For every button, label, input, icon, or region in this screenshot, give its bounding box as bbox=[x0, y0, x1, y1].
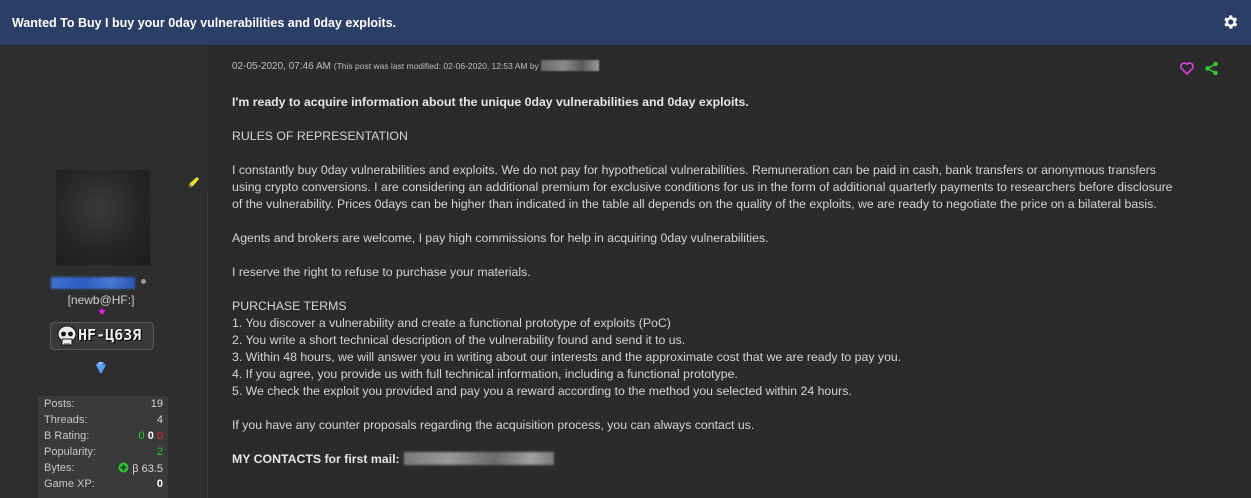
badge-text: HF-Ц6ЗЯ bbox=[78, 326, 142, 344]
group-badge: HF-Ц6ЗЯ bbox=[50, 322, 154, 350]
heart-icon[interactable] bbox=[1180, 62, 1194, 75]
paragraph-1-line-1: I constantly buy 0day vulnerabilities an… bbox=[232, 163, 1156, 177]
rating-positive: 0 bbox=[138, 430, 145, 442]
stat-posts: Posts: 19 bbox=[44, 398, 163, 410]
star-icon: ★ bbox=[97, 306, 107, 318]
term-5: 5. We check the exploit you provided and… bbox=[232, 384, 852, 398]
editor-redacted bbox=[540, 60, 599, 71]
share-icon[interactable] bbox=[1204, 61, 1219, 76]
contacts-line: MY CONTACTS for first mail: bbox=[232, 451, 1242, 468]
stat-threads: Threads: 4 bbox=[44, 414, 163, 426]
paragraph-1-line-2: using crypto conversions. I are consider… bbox=[232, 180, 1173, 194]
rules-title: RULES OF REPRESENTATION bbox=[232, 129, 408, 143]
avatar[interactable] bbox=[56, 170, 150, 265]
stat-game-xp: Game XP: 0 bbox=[44, 478, 163, 490]
gear-icon[interactable] bbox=[1221, 13, 1239, 31]
term-3: 3. Within 48 hours, we will answer you i… bbox=[232, 350, 902, 364]
post-meta: 02-05-2020, 07:46 AM (This post was last… bbox=[232, 60, 599, 72]
user-stats: Posts: 19 Threads: 4 B Rating: 0 0 0 Pop… bbox=[38, 396, 168, 498]
contacts-label: MY CONTACTS for first mail: bbox=[232, 452, 400, 466]
stat-b-rating: B Rating: 0 0 0 bbox=[44, 430, 163, 442]
paragraph-4: If you have any counter proposals regard… bbox=[232, 418, 755, 432]
plus-circle-icon[interactable] bbox=[118, 462, 129, 473]
username-redacted[interactable] bbox=[51, 277, 135, 289]
rating-negative: 0 bbox=[156, 430, 163, 442]
terms-title: PURCHASE TERMS bbox=[232, 299, 347, 313]
term-1: 1. You discover a vulnerability and crea… bbox=[232, 316, 671, 330]
post-date[interactable]: 02-05-2020, 07:46 AM bbox=[232, 61, 331, 72]
skull-icon bbox=[57, 325, 77, 346]
gem-icon bbox=[96, 362, 106, 374]
term-2: 2. You write a short technical descripti… bbox=[232, 333, 686, 347]
status-dot bbox=[141, 279, 146, 284]
thread-header: Wanted To Buy I buy your 0day vulnerabil… bbox=[0, 0, 1251, 46]
paragraph-1-line-3: of the vulnerability. Prices 0days can b… bbox=[232, 197, 1157, 211]
rating-neutral: 0 bbox=[147, 430, 154, 442]
paragraph-2: Agents and brokers are welcome, I pay hi… bbox=[232, 231, 769, 245]
term-4: 4. If you agree, you provide us with ful… bbox=[232, 367, 738, 381]
stat-popularity: Popularity: 2 bbox=[44, 446, 163, 458]
pen-icon bbox=[187, 177, 199, 189]
post-heading: I'm ready to acquire information about t… bbox=[232, 95, 749, 109]
paragraph-3: I reserve the right to refuse to purchas… bbox=[232, 265, 531, 279]
bytes-value: β 63.5 bbox=[132, 463, 163, 475]
edit-note: (This post was last modified: 02-06-2020… bbox=[333, 61, 539, 71]
thread-title: Wanted To Buy I buy your 0day vulnerabil… bbox=[12, 16, 397, 30]
post-body: I'm ready to acquire information about t… bbox=[232, 94, 1242, 468]
stat-bytes: Bytes: β 63.5 bbox=[44, 462, 163, 475]
contacts-redacted bbox=[403, 452, 554, 465]
column-divider bbox=[207, 190, 208, 498]
